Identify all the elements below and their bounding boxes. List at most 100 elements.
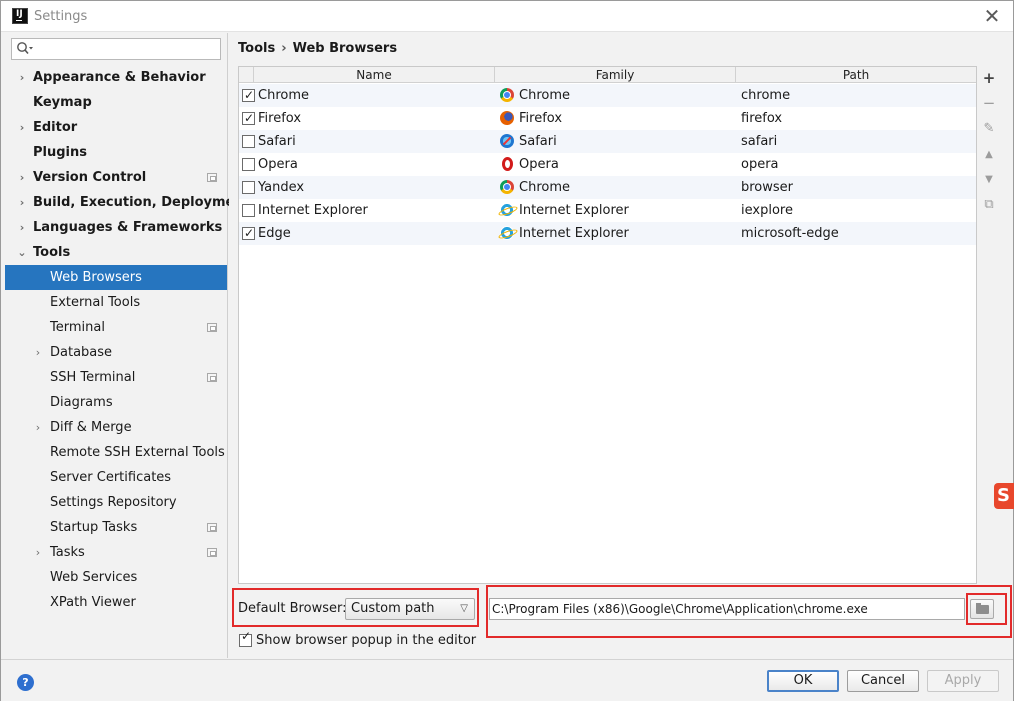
table-row[interactable]: Edge Internet Explorer microsoft-edge (239, 222, 976, 245)
browser-enabled-checkbox[interactable] (242, 107, 255, 130)
browser-path-cell[interactable]: chrome (741, 84, 790, 107)
chevron-right-icon[interactable]: › (17, 165, 27, 190)
chevron-down-icon[interactable]: ⌄ (17, 240, 27, 265)
chevron-right-icon[interactable]: › (33, 340, 43, 365)
show-popup-checkbox[interactable] (239, 629, 252, 647)
browser-name-cell[interactable]: Internet Explorer (258, 199, 368, 222)
table-row[interactable]: Yandex Chrome browser (239, 176, 976, 199)
edit-icon[interactable]: ✎ (981, 121, 997, 137)
sidebar-item[interactable]: Startup Tasks (5, 515, 227, 540)
sidebar-item[interactable]: › Languages & Frameworks (5, 215, 227, 240)
chevron-right-icon[interactable]: › (17, 65, 27, 90)
cancel-button[interactable]: Cancel (847, 670, 919, 692)
sidebar-item[interactable]: Web Services (5, 565, 227, 590)
table-row[interactable]: Firefox Firefox firefox (239, 107, 976, 130)
column-header-family[interactable]: Family (495, 67, 736, 83)
sidebar-item[interactable]: Settings Repository (5, 490, 227, 515)
move-up-icon[interactable]: ▲ (981, 147, 997, 163)
sidebar-item-label: Editor (33, 120, 78, 135)
sidebar-item[interactable]: › Diff & Merge (5, 415, 227, 440)
sidebar-item[interactable]: Web Browsers (5, 265, 227, 290)
sidebar-item[interactable]: › Editor (5, 115, 227, 140)
browser-name-cell[interactable]: Chrome (258, 84, 309, 107)
sidebar-item-label: SSH Terminal (50, 370, 136, 385)
project-scope-icon (207, 373, 217, 382)
sidebar-item-label: Web Browsers (50, 270, 142, 285)
sidebar-item-label: Build, Execution, Deployment (33, 195, 250, 210)
opera-icon (502, 157, 513, 171)
chevron-right-icon[interactable]: › (17, 115, 27, 140)
browser-enabled-checkbox[interactable] (242, 181, 255, 194)
browser-path-cell[interactable]: microsoft-edge (741, 222, 839, 245)
sidebar-item-label: Database (50, 345, 113, 360)
browser-path-cell[interactable]: firefox (741, 107, 782, 130)
browser-family-cell[interactable]: Internet Explorer (500, 222, 730, 245)
chevron-right-icon[interactable]: › (33, 415, 43, 440)
browser-family-cell[interactable]: Chrome (500, 84, 730, 107)
browser-enabled-checkbox[interactable] (242, 204, 255, 217)
highlight-box-folder-button (966, 593, 1007, 625)
chrome-icon (500, 180, 514, 194)
browser-name-cell[interactable]: Yandex (258, 176, 304, 199)
apply-button[interactable]: Apply (927, 670, 999, 692)
add-icon[interactable]: + (981, 70, 997, 86)
sidebar-item[interactable]: ⌄ Tools (5, 240, 227, 265)
sidebar-item[interactable]: External Tools (5, 290, 227, 315)
browser-path-cell[interactable]: iexplore (741, 199, 793, 222)
project-scope-icon (207, 523, 217, 532)
sidebar-item[interactable]: Remote SSH External Tools (5, 440, 227, 465)
chevron-right-icon[interactable]: › (33, 540, 43, 565)
browser-family-label: Internet Explorer (519, 226, 629, 241)
close-icon[interactable]: ✕ (983, 6, 1001, 26)
sidebar-item-label: Keymap (33, 95, 92, 110)
table-row[interactable]: Internet Explorer Internet Explorer iexplo… (239, 199, 976, 222)
sidebar-item[interactable]: Plugins (5, 140, 227, 165)
browser-family-cell[interactable]: Internet Explorer (500, 199, 730, 222)
header-checkbox-column (239, 67, 254, 83)
copy-icon[interactable]: ⧉ (981, 197, 997, 213)
table-row[interactable]: Chrome Chrome chrome (239, 84, 976, 107)
sidebar-item[interactable]: Diagrams (5, 390, 227, 415)
ok-button[interactable]: OK (767, 670, 839, 692)
browser-family-cell[interactable]: Chrome (500, 176, 730, 199)
settings-search-field[interactable] (11, 38, 221, 60)
browser-name-cell[interactable]: Safari (258, 130, 296, 153)
browser-family-cell[interactable]: Opera (500, 153, 730, 176)
browser-path-cell[interactable]: safari (741, 130, 777, 153)
sidebar-item[interactable]: › Version Control (5, 165, 227, 190)
window-title: Settings (34, 9, 88, 24)
sidebar-item[interactable]: Terminal (5, 315, 227, 340)
column-header-path[interactable]: Path (736, 67, 976, 83)
browser-name-cell[interactable]: Edge (258, 222, 291, 245)
remove-icon[interactable]: − (981, 95, 997, 111)
chevron-right-icon[interactable]: › (17, 190, 27, 215)
table-row[interactable]: Safari Safari safari (239, 130, 976, 153)
column-header-name[interactable]: Name (254, 67, 495, 83)
search-input[interactable] (36, 41, 216, 57)
table-row[interactable]: Opera Opera opera (239, 153, 976, 176)
chevron-right-icon[interactable]: › (17, 215, 27, 240)
browser-name-cell[interactable]: Firefox (258, 107, 301, 130)
browser-enabled-checkbox[interactable] (242, 222, 255, 245)
sidebar-item-label: XPath Viewer (50, 595, 136, 610)
sidebar-item[interactable]: › Appearance & Behavior (5, 65, 227, 90)
sidebar-item[interactable]: › Tasks (5, 540, 227, 565)
sidebar-item[interactable]: SSH Terminal (5, 365, 227, 390)
browser-enabled-checkbox[interactable] (242, 84, 255, 107)
sidebar-item[interactable]: › Build, Execution, Deployment (5, 190, 250, 215)
browser-family-cell[interactable]: Firefox (500, 107, 730, 130)
browser-path-cell[interactable]: browser (741, 176, 793, 199)
sidebar-item-label: Remote SSH External Tools (50, 445, 225, 460)
sidebar-item[interactable]: › Database (5, 340, 227, 365)
sidebar-item[interactable]: Server Certificates (5, 465, 227, 490)
browser-enabled-checkbox[interactable] (242, 135, 255, 148)
browser-path-cell[interactable]: opera (741, 153, 779, 176)
browser-enabled-checkbox[interactable] (242, 158, 255, 171)
breadcrumb-current: Web Browsers (292, 41, 398, 56)
browser-name-cell[interactable]: Opera (258, 153, 298, 176)
move-down-icon[interactable]: ▼ (981, 172, 997, 188)
help-icon[interactable]: ? (17, 674, 34, 691)
sidebar-item[interactable]: Keymap (5, 90, 227, 115)
sidebar-item[interactable]: XPath Viewer (5, 590, 227, 615)
browser-family-cell[interactable]: Safari (500, 130, 730, 153)
